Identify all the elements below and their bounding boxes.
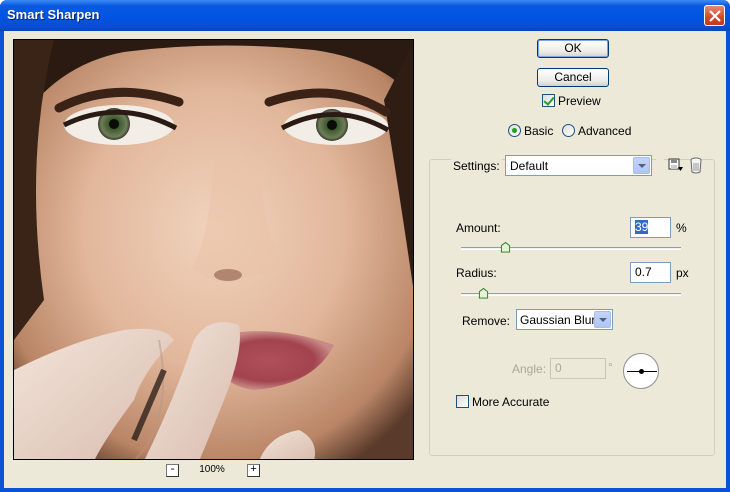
angle-value: 0: [555, 361, 562, 375]
face-photo: [14, 40, 413, 459]
preview-image[interactable]: [13, 39, 414, 460]
angle-input: 0: [550, 358, 606, 379]
zoom-in-button[interactable]: +: [247, 464, 260, 477]
angle-unit: °: [608, 360, 613, 374]
settings-value: Default: [510, 159, 549, 173]
remove-dropdown[interactable]: Gaussian Blur: [516, 309, 613, 330]
radius-unit: px: [676, 266, 689, 280]
close-icon: [709, 10, 721, 22]
amount-input[interactable]: 39: [630, 217, 671, 238]
amount-value: 39: [635, 220, 649, 234]
zoom-out-button[interactable]: -: [166, 464, 179, 477]
angle-dial: [623, 353, 659, 389]
settings-groupbox: [429, 159, 715, 456]
remove-value: Gaussian Blur: [520, 313, 596, 327]
trash-icon[interactable]: [689, 157, 703, 174]
basic-label: Basic: [524, 124, 554, 138]
radius-slider-track[interactable]: [461, 293, 681, 296]
settings-dropdown[interactable]: Default: [505, 155, 652, 176]
amount-unit: %: [676, 221, 687, 235]
save-settings-icon[interactable]: [668, 158, 684, 174]
basic-radio[interactable]: [508, 124, 521, 137]
angle-label: Angle:: [512, 362, 547, 376]
settings-label: Settings:: [451, 159, 502, 173]
more-accurate-checkbox[interactable]: [456, 395, 469, 408]
zoom-level: 100%: [199, 464, 225, 475]
chevron-down-icon: [594, 311, 611, 328]
radius-slider-thumb[interactable]: [478, 288, 489, 299]
cancel-button[interactable]: Cancel: [537, 68, 609, 87]
angle-dial-center: [639, 369, 644, 374]
dialog-window: Smart Sharpen - 100% + OK Cancel Preview…: [0, 0, 730, 492]
chevron-down-icon: [633, 157, 650, 174]
preview-checkbox[interactable]: [542, 94, 555, 107]
preview-label: Preview: [558, 94, 601, 108]
radius-input[interactable]: 0.7: [630, 262, 671, 283]
close-button[interactable]: [704, 5, 725, 26]
advanced-radio[interactable]: [562, 124, 575, 137]
amount-slider-thumb[interactable]: [500, 242, 511, 253]
dialog-client-area: - 100% + OK Cancel Preview Basic Advance…: [4, 31, 726, 488]
advanced-label: Advanced: [578, 124, 632, 138]
more-accurate-label: More Accurate: [472, 395, 550, 409]
groupbox-gap: [656, 158, 664, 179]
radius-label: Radius:: [456, 266, 497, 280]
remove-label: Remove:: [462, 314, 511, 328]
amount-slider-track[interactable]: [461, 247, 681, 250]
ok-button[interactable]: OK: [537, 39, 609, 58]
amount-label: Amount:: [456, 221, 501, 235]
title-bar[interactable]: Smart Sharpen: [0, 0, 730, 31]
window-title: Smart Sharpen: [7, 7, 100, 22]
radius-value: 0.7: [635, 265, 652, 279]
